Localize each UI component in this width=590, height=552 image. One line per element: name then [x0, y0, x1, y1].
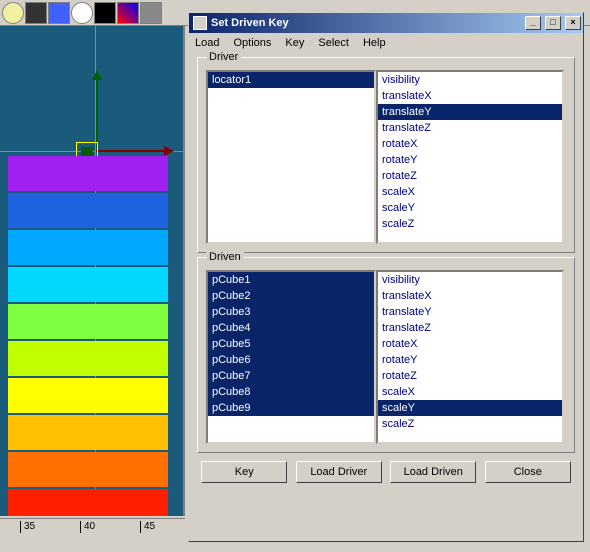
- list-item[interactable]: scaleY: [378, 400, 562, 416]
- driven-attributes-list[interactable]: visibilitytranslateXtranslateYtranslateZ…: [376, 270, 564, 444]
- set-driven-key-dialog: Set Driven Key _ □ × Load Options Key Se…: [188, 12, 584, 542]
- list-item[interactable]: scaleX: [378, 184, 562, 200]
- list-item[interactable]: rotateY: [378, 352, 562, 368]
- toolbar-button[interactable]: [117, 2, 139, 24]
- toolbar-button[interactable]: [48, 2, 70, 24]
- list-item[interactable]: visibility: [378, 272, 562, 288]
- time-ruler[interactable]: 35 40 45: [0, 518, 185, 552]
- list-item[interactable]: pCube6: [208, 352, 374, 368]
- app-icon: [193, 16, 207, 30]
- driven-objects-list[interactable]: pCube1pCube2pCube3pCube4pCube5pCube6pCub…: [206, 270, 376, 444]
- list-item[interactable]: pCube4: [208, 320, 374, 336]
- stack-bar[interactable]: [8, 341, 168, 376]
- key-button[interactable]: Key: [201, 461, 287, 483]
- list-item[interactable]: pCube7: [208, 368, 374, 384]
- stack-bar[interactable]: [8, 267, 168, 302]
- list-item[interactable]: scaleX: [378, 384, 562, 400]
- list-item[interactable]: pCube9: [208, 400, 374, 416]
- list-item[interactable]: rotateZ: [378, 368, 562, 384]
- load-driven-button[interactable]: Load Driven: [390, 461, 476, 483]
- list-item[interactable]: rotateY: [378, 152, 562, 168]
- menu-load[interactable]: Load: [195, 37, 219, 49]
- toolbar-button[interactable]: [2, 2, 24, 24]
- close-button[interactable]: Close: [485, 461, 571, 483]
- stack-bar[interactable]: [8, 415, 168, 450]
- list-item[interactable]: translateY: [378, 104, 562, 120]
- list-item[interactable]: scaleZ: [378, 216, 562, 232]
- list-item[interactable]: rotateX: [378, 136, 562, 152]
- driver-panel: Driver locator1 visibilitytranslateXtran…: [197, 57, 575, 253]
- ruler-tick: 40: [84, 521, 95, 532]
- list-item[interactable]: scaleZ: [378, 416, 562, 432]
- menu-options[interactable]: Options: [233, 37, 271, 49]
- list-item[interactable]: rotateZ: [378, 168, 562, 184]
- driver-objects-list[interactable]: locator1: [206, 70, 376, 244]
- list-item[interactable]: translateZ: [378, 320, 562, 336]
- toolbar-button[interactable]: [140, 2, 162, 24]
- load-driver-button[interactable]: Load Driver: [296, 461, 382, 483]
- ruler-tick: 35: [24, 521, 35, 532]
- list-item[interactable]: scaleY: [378, 200, 562, 216]
- list-item[interactable]: locator1: [208, 72, 374, 88]
- driven-panel-label: Driven: [206, 251, 244, 263]
- list-item[interactable]: pCube8: [208, 384, 374, 400]
- list-item[interactable]: rotateX: [378, 336, 562, 352]
- stack-bar[interactable]: [8, 156, 168, 191]
- menu-key[interactable]: Key: [285, 37, 304, 49]
- stack-bar[interactable]: [8, 489, 168, 516]
- stack-bar[interactable]: [8, 378, 168, 413]
- color-stack: [8, 156, 168, 516]
- close-window-button[interactable]: ×: [565, 16, 581, 30]
- driver-attributes-list[interactable]: visibilitytranslateXtranslateYtranslateZ…: [376, 70, 564, 244]
- driven-panel: Driven pCube1pCube2pCube3pCube4pCube5pCu…: [197, 257, 575, 453]
- menu-help[interactable]: Help: [363, 37, 386, 49]
- viewport-front[interactable]: front: [0, 26, 185, 516]
- list-item[interactable]: translateY: [378, 304, 562, 320]
- dialog-title: Set Driven Key: [211, 17, 289, 29]
- toolbar-button[interactable]: [94, 2, 116, 24]
- y-axis-arrow-icon: [92, 70, 98, 152]
- stack-bar[interactable]: [8, 193, 168, 228]
- list-item[interactable]: pCube1: [208, 272, 374, 288]
- minimize-button[interactable]: _: [525, 16, 541, 30]
- menu-select[interactable]: Select: [318, 37, 349, 49]
- stack-bar[interactable]: [8, 452, 168, 487]
- dialog-button-row: Key Load Driver Load Driven Close: [189, 457, 583, 491]
- list-item[interactable]: pCube3: [208, 304, 374, 320]
- stack-bar[interactable]: [8, 230, 168, 265]
- dialog-menubar: Load Options Key Select Help: [189, 33, 583, 53]
- list-item[interactable]: translateZ: [378, 120, 562, 136]
- maximize-button[interactable]: □: [545, 16, 561, 30]
- dialog-titlebar[interactable]: Set Driven Key _ □ ×: [189, 13, 583, 33]
- driver-panel-label: Driver: [206, 51, 241, 63]
- list-item[interactable]: translateX: [378, 88, 562, 104]
- x-axis-arrow-icon: [96, 146, 174, 156]
- toolbar-button[interactable]: [71, 2, 93, 24]
- list-item[interactable]: pCube5: [208, 336, 374, 352]
- ruler-tick: 45: [144, 521, 155, 532]
- toolbar-button[interactable]: [25, 2, 47, 24]
- list-item[interactable]: translateX: [378, 288, 562, 304]
- list-item[interactable]: visibility: [378, 72, 562, 88]
- list-item[interactable]: pCube2: [208, 288, 374, 304]
- stack-bar[interactable]: [8, 304, 168, 339]
